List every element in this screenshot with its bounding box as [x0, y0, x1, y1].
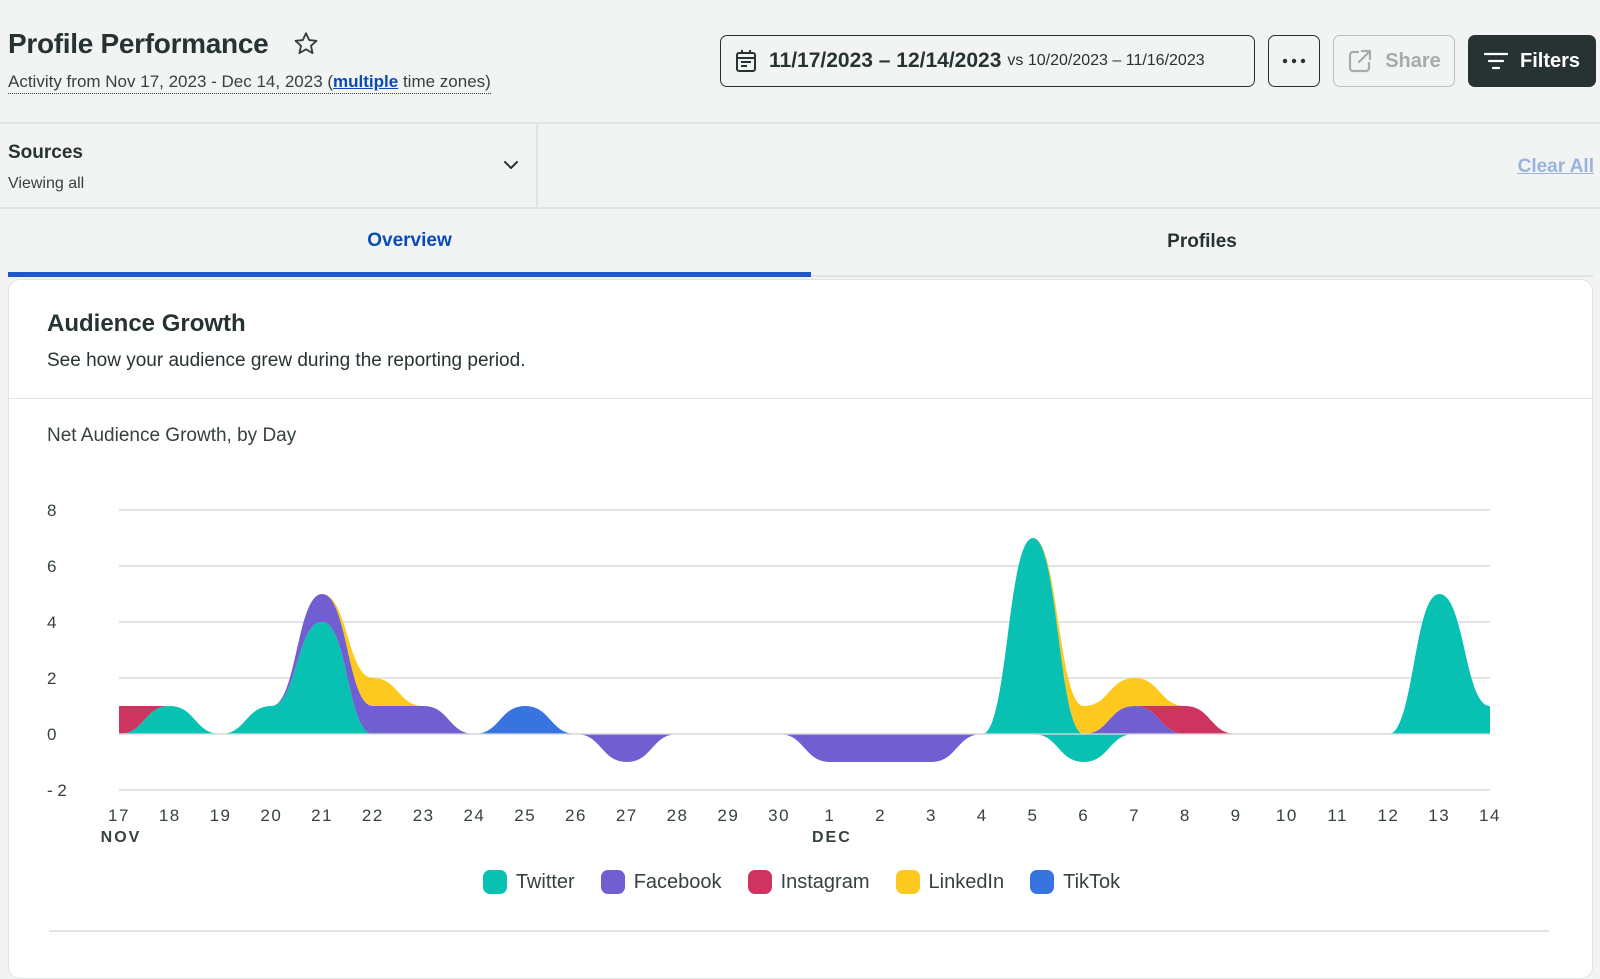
- x-tick-label: 12: [1377, 806, 1399, 825]
- x-tick-label: 6: [1078, 806, 1089, 825]
- x-tick-label: 24: [463, 806, 485, 825]
- page-header: Profile Performance Activity from Nov 17…: [0, 0, 1600, 122]
- x-tick-label: 27: [616, 806, 638, 825]
- x-tick-label: 22: [362, 806, 384, 825]
- date-range-compare: 10/20/2023 – 11/16/2023: [1027, 52, 1205, 69]
- net-audience-growth-chart: 86420- 217 18 19 20 21 22 23 24 25 26 27 28 29 30 1 2 3 4…: [47, 501, 1501, 846]
- legend-item-linkedin[interactable]: LinkedIn: [895, 870, 1005, 894]
- sources-label: Sources: [8, 142, 83, 163]
- date-range-picker-button[interactable]: 11/17/2023 – 12/14/2023 vs 10/20/2023 – …: [720, 35, 1255, 87]
- clear-all-link[interactable]: Clear All: [1518, 156, 1594, 178]
- x-tick-label: 8: [1180, 806, 1191, 825]
- x-tick-label: 9: [1231, 806, 1242, 825]
- y-tick-label: 2: [47, 669, 56, 688]
- legend-item-instagram[interactable]: Instagram: [747, 870, 870, 894]
- legend-item-twitter[interactable]: Twitter: [482, 870, 575, 894]
- sources-value: Viewing all: [8, 175, 85, 192]
- share-button[interactable]: Share: [1333, 35, 1455, 87]
- x-tick-label: 25: [514, 806, 536, 825]
- date-range-vs: vs 10/20/2023 – 11/16/2023: [1007, 52, 1204, 70]
- x-tick-label: 21: [311, 806, 333, 825]
- x-tick-label: 7: [1129, 806, 1140, 825]
- activity-range-subtitle: Activity from Nov 17, 2023 - Dec 14, 202…: [8, 72, 491, 94]
- date-range-current: 11/17/2023 – 12/14/2023: [769, 49, 1002, 72]
- external-share-icon: [1349, 49, 1372, 73]
- x-tick-label: 11: [1327, 806, 1348, 825]
- legend-label: LinkedIn: [928, 870, 1005, 893]
- filters-button[interactable]: Filters: [1468, 35, 1596, 87]
- y-tick-label: - 2: [47, 781, 67, 800]
- vs-label: vs: [1007, 52, 1024, 69]
- filters-label: Filters: [1519, 49, 1581, 72]
- x-tick-label: 1: [824, 806, 835, 825]
- page-title: Profile Performance: [8, 28, 269, 59]
- ellipsis-icon: [1282, 58, 1306, 64]
- x-tick-label: 23: [413, 806, 435, 825]
- audience-growth-card: Audience Growth See how your audience gr…: [8, 279, 1593, 979]
- share-label: Share: [1385, 49, 1441, 72]
- x-tick-label: 2: [875, 806, 886, 825]
- legend-swatch: [600, 870, 625, 894]
- tab-profiles[interactable]: Profiles: [811, 209, 1593, 277]
- x-tick-label: 5: [1028, 806, 1039, 825]
- subtitle-suffix: time zones): [398, 72, 491, 91]
- month-label: DEC: [812, 829, 852, 846]
- legend-swatch: [747, 870, 772, 894]
- x-tick-label: 18: [159, 806, 181, 825]
- legend-label: Facebook: [633, 870, 722, 893]
- y-tick-label: 0: [47, 725, 56, 744]
- x-tick-label: 28: [667, 806, 689, 825]
- x-tick-label: 26: [565, 806, 587, 825]
- legend-item-tiktok[interactable]: TikTok: [1030, 870, 1120, 894]
- x-tick-label: 20: [260, 806, 282, 825]
- legend-item-facebook[interactable]: Facebook: [600, 870, 722, 894]
- legend-label: Twitter: [515, 870, 575, 893]
- chart-legend: Twitter Facebook Instagram LinkedIn TikTok: [9, 870, 1594, 894]
- x-tick-label: 3: [926, 806, 937, 825]
- filter-icon: [1483, 52, 1508, 70]
- x-tick-label: 13: [1428, 806, 1450, 825]
- chevron-down-icon: [504, 161, 518, 169]
- divider: [49, 930, 1549, 932]
- y-tick-label: 8: [47, 501, 56, 520]
- x-tick-label: 10: [1276, 806, 1298, 825]
- x-tick-label: 19: [210, 806, 232, 825]
- tab-overview[interactable]: Overview: [8, 209, 811, 277]
- more-options-button[interactable]: [1268, 35, 1320, 87]
- tab-bar: Overview Profiles: [0, 209, 1600, 279]
- legend-label: TikTok: [1063, 870, 1121, 893]
- y-tick-label: 6: [47, 557, 56, 576]
- x-tick-label: 4: [977, 806, 988, 825]
- legend-swatch: [895, 870, 920, 894]
- multiple-timezones-link[interactable]: multiple: [333, 72, 398, 91]
- area-twitter: [119, 538, 1490, 762]
- x-tick-label: 30: [768, 806, 790, 825]
- filter-bar: Sources Viewing all Clear All: [0, 122, 1600, 209]
- legend-label: Instagram: [780, 870, 870, 893]
- subtitle-prefix: Activity from Nov 17, 2023 - Dec 14, 202…: [8, 72, 334, 91]
- favorite-star-icon[interactable]: [292, 30, 320, 58]
- calendar-icon: [736, 50, 756, 72]
- sources-dropdown[interactable]: Sources Viewing all: [0, 124, 538, 207]
- legend-swatch: [1030, 870, 1055, 894]
- x-tick-label: 29: [717, 806, 739, 825]
- x-tick-label: 17: [108, 806, 130, 825]
- y-tick-label: 4: [47, 613, 56, 632]
- month-label: NOV: [101, 829, 142, 846]
- x-tick-label: 14: [1479, 806, 1501, 825]
- legend-swatch: [482, 870, 507, 894]
